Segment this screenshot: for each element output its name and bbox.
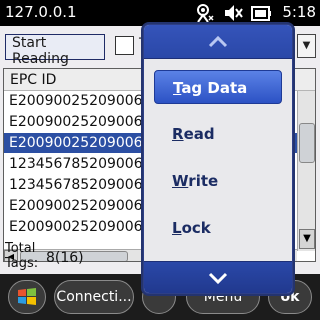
menu-item-label: ag Data xyxy=(181,79,248,97)
connections-button[interactable]: Connecti... xyxy=(54,280,134,314)
menu-accelerator-key: L xyxy=(172,219,182,237)
options-checkbox[interactable] xyxy=(115,36,134,55)
battery-icon[interactable] xyxy=(250,2,272,24)
menu-item-tag-data[interactable]: Tag Data xyxy=(154,70,282,104)
menu-item-label: ead xyxy=(183,125,215,143)
menu-scroll-up[interactable] xyxy=(144,25,292,59)
total-tags-label: Total Tags: xyxy=(5,241,39,271)
start-button[interactable] xyxy=(8,280,46,314)
start-reading-button[interactable]: Start Reading xyxy=(5,34,105,67)
wireless-icon[interactable] xyxy=(194,2,216,24)
menu-item-lock[interactable]: Lock xyxy=(154,211,282,245)
menu-item-label: rite xyxy=(188,172,219,190)
volume-muted-icon[interactable] xyxy=(222,2,244,24)
status-time: 5:18 xyxy=(282,3,316,21)
chevron-up-icon xyxy=(208,35,228,48)
menu-accelerator-key: R xyxy=(172,125,184,143)
vertical-scrollbar[interactable]: ▼ xyxy=(297,91,315,251)
windows-start-icon xyxy=(18,288,36,305)
menu-item-label: ock xyxy=(181,219,211,237)
scroll-down-arrow-icon[interactable]: ▼ xyxy=(299,229,315,249)
combo-dropdown-button[interactable]: ▼ xyxy=(297,34,316,58)
status-bar: 127.0.0.1 5:18 xyxy=(0,0,320,26)
menu-item-write[interactable]: Write xyxy=(154,164,282,198)
context-menu: Tag Data Read Write Lock xyxy=(143,24,293,294)
menu-accelerator-key: W xyxy=(172,172,189,190)
menu-item-read[interactable]: Read xyxy=(154,117,282,151)
chevron-down-icon xyxy=(208,272,228,285)
menu-scroll-down[interactable] xyxy=(144,261,292,293)
status-title: 127.0.0.1 xyxy=(5,3,77,21)
total-tags-value: 8(16) xyxy=(46,250,84,266)
vertical-scroll-thumb[interactable] xyxy=(299,123,315,163)
